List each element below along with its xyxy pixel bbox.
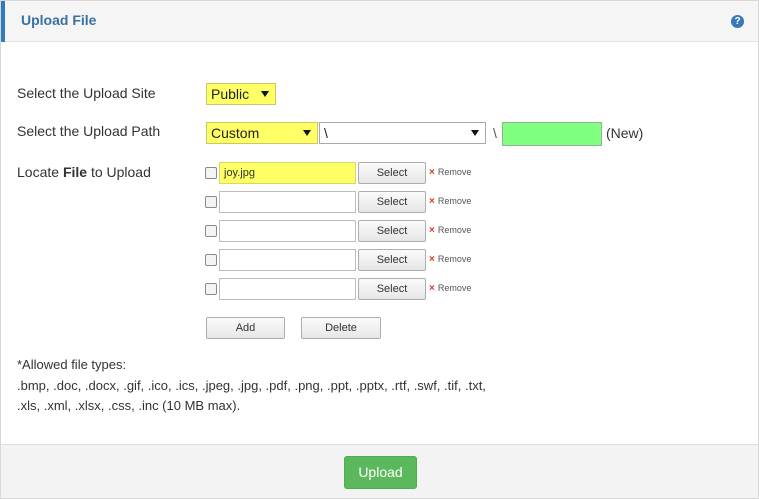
remove-file-link[interactable]: × Remove (429, 225, 471, 236)
select-file-button[interactable]: Select (358, 191, 426, 213)
chevron-down-icon (303, 130, 311, 136)
upload-site-label: Select the Upload Site (17, 85, 156, 101)
remove-x-icon: × (429, 167, 435, 178)
upload-site-select[interactable]: Public (206, 83, 276, 105)
select-file-button[interactable]: Select (358, 249, 426, 271)
file-path-input[interactable] (219, 191, 356, 213)
remove-file-link[interactable]: × Remove (429, 167, 471, 178)
new-folder-input[interactable] (502, 122, 602, 146)
locate-label-suffix: to Upload (90, 164, 151, 180)
remove-x-icon: × (429, 283, 435, 294)
add-row-button[interactable]: Add (206, 317, 285, 339)
new-folder-label: (New) (606, 125, 644, 141)
file-path-input[interactable] (219, 278, 356, 300)
header-accent-bar (1, 1, 5, 42)
allowed-file-types: *Allowed file types: .bmp, .doc, .docx, … (17, 355, 557, 417)
chevron-down-icon (471, 130, 479, 136)
file-path-input[interactable] (219, 249, 356, 271)
allowed-heading: *Allowed file types: (17, 357, 127, 372)
remove-label: Remove (437, 167, 472, 177)
locate-label-bold: File (62, 164, 88, 180)
help-icon[interactable]: ? (731, 15, 744, 28)
file-row-checkbox[interactable] (205, 254, 217, 266)
file-row: Select × Remove (205, 220, 495, 244)
upload-folder-value: \ (324, 125, 328, 141)
select-file-button[interactable]: Select (358, 162, 426, 184)
remove-file-link[interactable]: × Remove (429, 254, 471, 265)
remove-x-icon: × (429, 196, 435, 207)
file-path-input[interactable]: joy.jpg (219, 162, 356, 184)
file-row-checkbox[interactable] (205, 167, 217, 179)
remove-label: Remove (437, 196, 472, 206)
panel-title: Upload File (21, 12, 97, 28)
remove-file-link[interactable]: × Remove (429, 196, 471, 207)
file-row: Select × Remove (205, 191, 495, 215)
remove-x-icon: × (429, 254, 435, 265)
locate-label-prefix: Locate (17, 164, 60, 180)
file-path-input[interactable] (219, 220, 356, 242)
select-file-button[interactable]: Select (358, 278, 426, 300)
remove-label: Remove (437, 283, 472, 293)
remove-label: Remove (437, 225, 472, 235)
remove-file-link[interactable]: × Remove (429, 283, 471, 294)
panel-footer: Upload (1, 444, 758, 498)
panel-header: Upload File ? (1, 1, 758, 42)
upload-file-panel: Upload File ? Select the Upload Site Pub… (0, 0, 759, 499)
remove-label: Remove (437, 254, 472, 264)
upload-path-type-value: Custom (211, 125, 260, 141)
file-row-checkbox[interactable] (205, 283, 217, 295)
file-row-checkbox[interactable] (205, 225, 217, 237)
file-row: Select × Remove (205, 249, 495, 273)
upload-button[interactable]: Upload (344, 456, 417, 489)
chevron-down-icon (261, 91, 269, 97)
file-row: joy.jpg Select × Remove (205, 162, 495, 186)
remove-x-icon: × (429, 225, 435, 236)
upload-site-value: Public (211, 86, 250, 102)
file-row-checkbox[interactable] (205, 196, 217, 208)
upload-folder-select[interactable]: \ (319, 122, 486, 144)
locate-file-label: Locate File to Upload (17, 164, 151, 180)
allowed-line-2: .xls, .xml, .xlsx, .css, .inc (10 MB max… (17, 398, 241, 413)
select-file-button[interactable]: Select (358, 220, 426, 242)
upload-path-type-select[interactable]: Custom (206, 122, 318, 144)
path-separator: \ (493, 125, 497, 141)
delete-rows-button[interactable]: Delete (301, 317, 381, 339)
file-row: Select × Remove (205, 278, 495, 302)
allowed-line-1: .bmp, .doc, .docx, .gif, .ico, .ics, .jp… (17, 377, 486, 393)
upload-path-label: Select the Upload Path (17, 123, 161, 139)
